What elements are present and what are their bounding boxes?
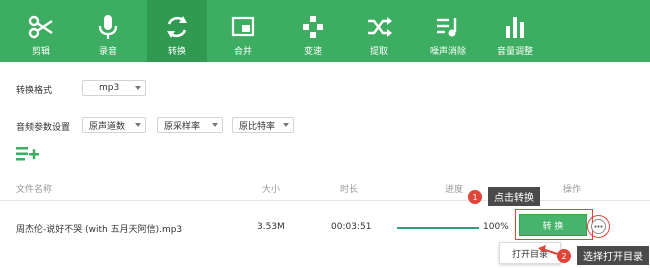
audio-params-label: 音频参数设置 (16, 123, 71, 133)
header-size: 大小 (262, 185, 281, 195)
scissors-icon (28, 15, 53, 39)
tool-record[interactable]: 录音 (80, 0, 136, 62)
shuffle-icon (368, 17, 392, 37)
row-size: 3.53M (257, 222, 285, 232)
ellipsis-icon (594, 225, 603, 228)
format-label: 转换格式 (16, 86, 53, 96)
tool-volume[interactable]: 音量调整 (485, 0, 545, 62)
step-badge-1: 1 (468, 190, 482, 204)
row-file-name: 周杰伦-说好不哭 (with 五月天阿信).mp3 (16, 225, 183, 235)
channels-select[interactable]: 原声道数 (82, 117, 146, 133)
tool-extract[interactable]: 提取 (351, 0, 407, 62)
tool-speed[interactable]: 变速 (285, 0, 341, 62)
convert-button[interactable]: 转 换 (519, 214, 587, 236)
tool-cut-label: 剪辑 (31, 47, 50, 57)
volume-bars-icon (506, 17, 524, 38)
bitrate-select-value: 原比特率 (239, 121, 276, 132)
header-duration: 时长 (340, 185, 359, 195)
channels-select-value: 原声道数 (89, 121, 126, 132)
toolbar: 剪辑 录音 转换 合并 变速 提取 噪声消除 音量调整 (0, 0, 650, 62)
header-name: 文件名称 (16, 185, 53, 195)
chevron-down-icon (283, 123, 289, 127)
tool-merge[interactable]: 合并 (215, 0, 271, 62)
row-progress: 100% (483, 222, 509, 232)
chevron-down-icon (135, 123, 141, 127)
progress-bar (397, 227, 479, 229)
tool-extract-label: 提取 (369, 47, 388, 57)
step-tip-1: 点击转换 (488, 187, 540, 206)
table-header: 文件名称 大小 时长 进度 操作 (0, 170, 650, 201)
tool-speed-label: 变速 (303, 47, 322, 57)
chevron-down-icon (212, 123, 218, 127)
speed-icon (303, 16, 323, 38)
add-list-icon[interactable] (16, 146, 40, 162)
refresh-icon (167, 16, 187, 38)
noise-icon (437, 18, 457, 37)
format-select-value: mp3 (99, 83, 120, 93)
format-select[interactable]: mp3 (82, 80, 146, 96)
tool-merge-label: 合并 (233, 47, 252, 57)
samplerate-select-value: 原采样率 (164, 121, 201, 132)
more-button[interactable] (591, 219, 606, 234)
header-progress: 进度 (445, 185, 464, 195)
chevron-down-icon (135, 86, 141, 90)
merge-icon (231, 16, 255, 37)
tool-convert[interactable]: 转换 (147, 0, 207, 62)
tool-record-label: 录音 (98, 47, 117, 57)
header-action: 操作 (563, 185, 582, 195)
bitrate-select[interactable]: 原比特率 (232, 117, 294, 133)
microphone-icon (98, 15, 118, 39)
tool-volume-label: 音量调整 (496, 47, 533, 57)
tool-noise-label: 噪声消除 (429, 47, 466, 57)
tool-noise[interactable]: 噪声消除 (418, 0, 478, 62)
tool-cut[interactable]: 剪辑 (13, 0, 69, 62)
tool-convert-label: 转换 (167, 47, 186, 57)
row-duration: 00:03:51 (331, 222, 372, 232)
samplerate-select[interactable]: 原采样率 (157, 117, 223, 133)
step-badge-2: 2 (557, 249, 571, 263)
step-tip-2: 选择打开目录 (577, 246, 649, 265)
